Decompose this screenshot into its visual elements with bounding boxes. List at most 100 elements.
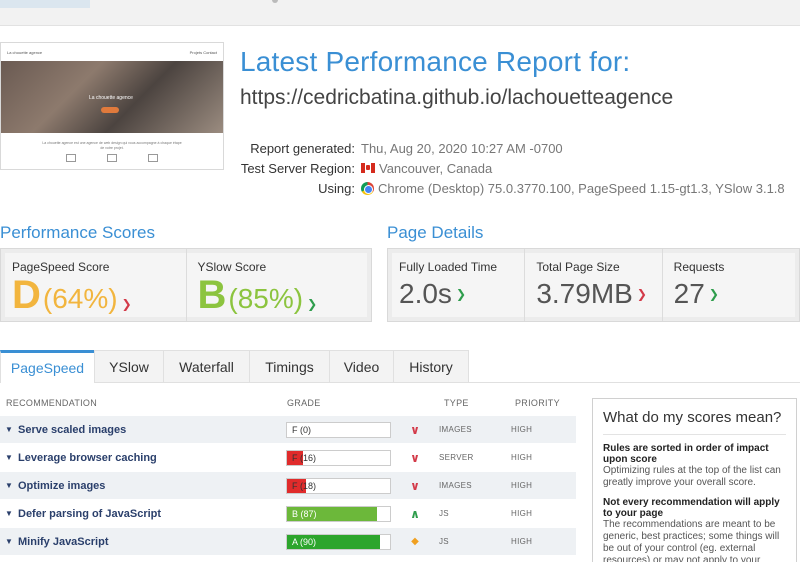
chevron-down-icon: ∨ — [410, 478, 420, 493]
column-header-priority: PRIORITY — [515, 398, 560, 408]
diamond-icon: ◆ — [411, 536, 419, 547]
thumbnail-site-name: La chouette agence — [7, 49, 43, 55]
score-help-heading: Not every recommendation will apply to y… — [603, 497, 780, 519]
thumbnail-hero-image: La chouette agence — [1, 61, 223, 133]
page-details-title: Page Details — [387, 223, 484, 242]
requests-value: 27 — [673, 278, 705, 309]
thumbnail-nav-links: Projets Contact — [189, 49, 217, 55]
expand-caret-icon[interactable]: ▼ — [0, 453, 18, 462]
thumbnail-icon — [147, 154, 158, 162]
tabs-divider — [95, 382, 800, 383]
fully-loaded-time-value: 2.0s — [399, 278, 452, 309]
pagespeed-percent: (64%) — [42, 283, 118, 314]
grade-text: F (18) — [292, 480, 317, 491]
expand-caret-icon[interactable]: ▼ — [0, 537, 18, 546]
recommendation-type: SERVER — [439, 453, 474, 462]
site-screenshot-thumbnail[interactable]: La chouette agence Projets Contact La ch… — [0, 42, 224, 170]
pagespeed-score[interactable]: PageSpeed Score D (64%) ❯ — [1, 249, 187, 321]
thumbnail-icon — [66, 154, 77, 162]
recommendation-name[interactable]: Minify JavaScript — [18, 536, 286, 548]
fully-loaded-time[interactable]: Fully Loaded Time 2.0s ❯ — [388, 249, 526, 321]
table-row[interactable]: ▼ Serve scaled images F (0) ∨ IMAGES HIGH — [0, 416, 576, 444]
tab-pagespeed[interactable]: PageSpeed — [0, 350, 95, 383]
recommendation-type: IMAGES — [439, 425, 472, 434]
grade-text: F (0) — [292, 424, 311, 435]
recommendation-name[interactable]: Optimize images — [18, 480, 286, 492]
recommendation-name[interactable]: Leverage browser caching — [18, 452, 286, 464]
pagespeed-score-label: PageSpeed Score — [12, 260, 110, 274]
tab-history[interactable]: History — [393, 350, 469, 383]
recommendation-priority: HIGH — [511, 537, 533, 546]
score-help-text: The recommendations are meant to be gene… — [603, 519, 780, 562]
chevron-down-icon: ❯ — [636, 287, 647, 301]
thumbnail-hero-text: La chouette agence — [89, 95, 133, 101]
expand-caret-icon[interactable]: ▼ — [0, 425, 18, 434]
thumbnail-hero-button — [101, 107, 119, 113]
thumbnail-nav: La chouette agence Projets Contact — [1, 43, 223, 61]
recommendation-name[interactable]: Serve scaled images — [18, 424, 286, 436]
chevron-up-icon: ∧ — [410, 506, 420, 521]
meta-row-region: Test Server Region: Vancouver, Canada — [240, 158, 785, 178]
chevron-down-icon: ❯ — [121, 297, 132, 311]
report-tabs: PageSpeed YSlow Waterfall Timings Video … — [0, 350, 800, 383]
yslow-score[interactable]: YSlow Score B (85%) ❯ — [187, 249, 372, 321]
tab-yslow[interactable]: YSlow — [94, 350, 164, 383]
meta-value: Thu, Aug 20, 2020 10:27 AM -0700 — [361, 141, 563, 156]
fully-loaded-time-label: Fully Loaded Time — [399, 260, 498, 274]
score-help-heading: Rules are sorted in order of impact upon… — [603, 443, 769, 465]
score-help-text: Optimizing rules at the top of the list … — [603, 465, 781, 488]
table-row[interactable]: ▼ Minify JavaScript A (90) ◆ JS HIGH — [0, 528, 576, 556]
column-header-type: TYPE — [444, 398, 469, 408]
recommendation-priority: HIGH — [511, 481, 533, 490]
expand-caret-icon[interactable]: ▼ — [0, 509, 18, 518]
expand-caret-icon[interactable]: ▼ — [0, 481, 18, 490]
report-url[interactable]: https://cedricbatina.github.io/lachouett… — [240, 86, 673, 110]
table-row[interactable]: ▼ Optimize images F (18) ∨ IMAGES HIGH — [0, 472, 576, 500]
grade-text: F (16) — [292, 452, 317, 463]
recommendation-priority: HIGH — [511, 453, 533, 462]
total-page-size-value: 3.79MB — [536, 278, 633, 309]
grade-bar: B (87) — [286, 505, 391, 522]
performance-scores-title: Performance Scores — [0, 223, 155, 242]
table-row[interactable]: ▼ Defer parsing of JavaScript B (87) ∧ JS HIG… — [0, 500, 576, 528]
grade-bar: F (16) — [286, 449, 391, 466]
grade-bar: F (0) — [286, 421, 391, 438]
report-date: Thu, Aug 20, 2020 10:27 AM -0700 — [361, 140, 563, 156]
requests[interactable]: Requests 27 ❯ — [663, 249, 799, 321]
yslow-score-label: YSlow Score — [197, 260, 267, 274]
grade-bar: F (18) — [286, 477, 391, 494]
yslow-grade-letter: B — [197, 273, 227, 317]
region-name: Vancouver, Canada — [379, 160, 493, 176]
recommendation-name[interactable]: Defer parsing of JavaScript — [18, 508, 286, 520]
report-meta: Report generated: Thu, Aug 20, 2020 10:2… — [240, 138, 785, 198]
meta-label: Test Server Region: — [240, 160, 355, 176]
meta-row-using: Using: Chrome (Desktop) 75.0.3770.100, P… — [240, 178, 785, 198]
meta-row-generated: Report generated: Thu, Aug 20, 2020 10:2… — [240, 138, 785, 158]
recommendation-priority: HIGH — [511, 425, 533, 434]
requests-label: Requests — [673, 260, 725, 274]
chevron-up-icon: ❯ — [708, 287, 719, 301]
yslow-percent: (85%) — [228, 283, 304, 314]
column-header-recommendation: RECOMMENDATION — [6, 398, 98, 408]
recommendation-type: JS — [439, 509, 449, 518]
top-bar-logo — [0, 0, 90, 8]
total-page-size-label: Total Page Size — [536, 260, 620, 274]
recommendation-priority: HIGH — [511, 509, 533, 518]
tab-video[interactable]: Video — [329, 350, 394, 383]
total-page-size[interactable]: Total Page Size 3.79MB ❯ — [525, 249, 663, 321]
recommendations-table: ▼ Serve scaled images F (0) ∨ IMAGES HIGH ▼ Lev… — [0, 416, 576, 556]
tab-waterfall[interactable]: Waterfall — [163, 350, 250, 383]
pagespeed-grade-letter: D — [12, 273, 41, 317]
meta-label: Report generated: — [250, 140, 355, 156]
chrome-icon — [361, 181, 374, 195]
performance-scores-panel: PageSpeed Score D (64%) ❯ YSlow Score B … — [0, 248, 372, 322]
report-title: Latest Performance Report for: — [240, 46, 631, 77]
tab-timings[interactable]: Timings — [249, 350, 330, 383]
column-header-grade: GRADE — [287, 398, 321, 408]
table-row[interactable]: ▼ Leverage browser caching F (16) ∨ SERVER HI… — [0, 444, 576, 472]
chevron-up-icon: ❯ — [455, 287, 466, 301]
top-bar-handle — [272, 0, 278, 3]
page-details-panel: Fully Loaded Time 2.0s ❯ Total Page Size … — [387, 248, 800, 322]
chevron-down-icon: ∨ — [410, 450, 420, 465]
browser-info: Chrome (Desktop) 75.0.3770.100, PageSpee… — [378, 180, 785, 196]
